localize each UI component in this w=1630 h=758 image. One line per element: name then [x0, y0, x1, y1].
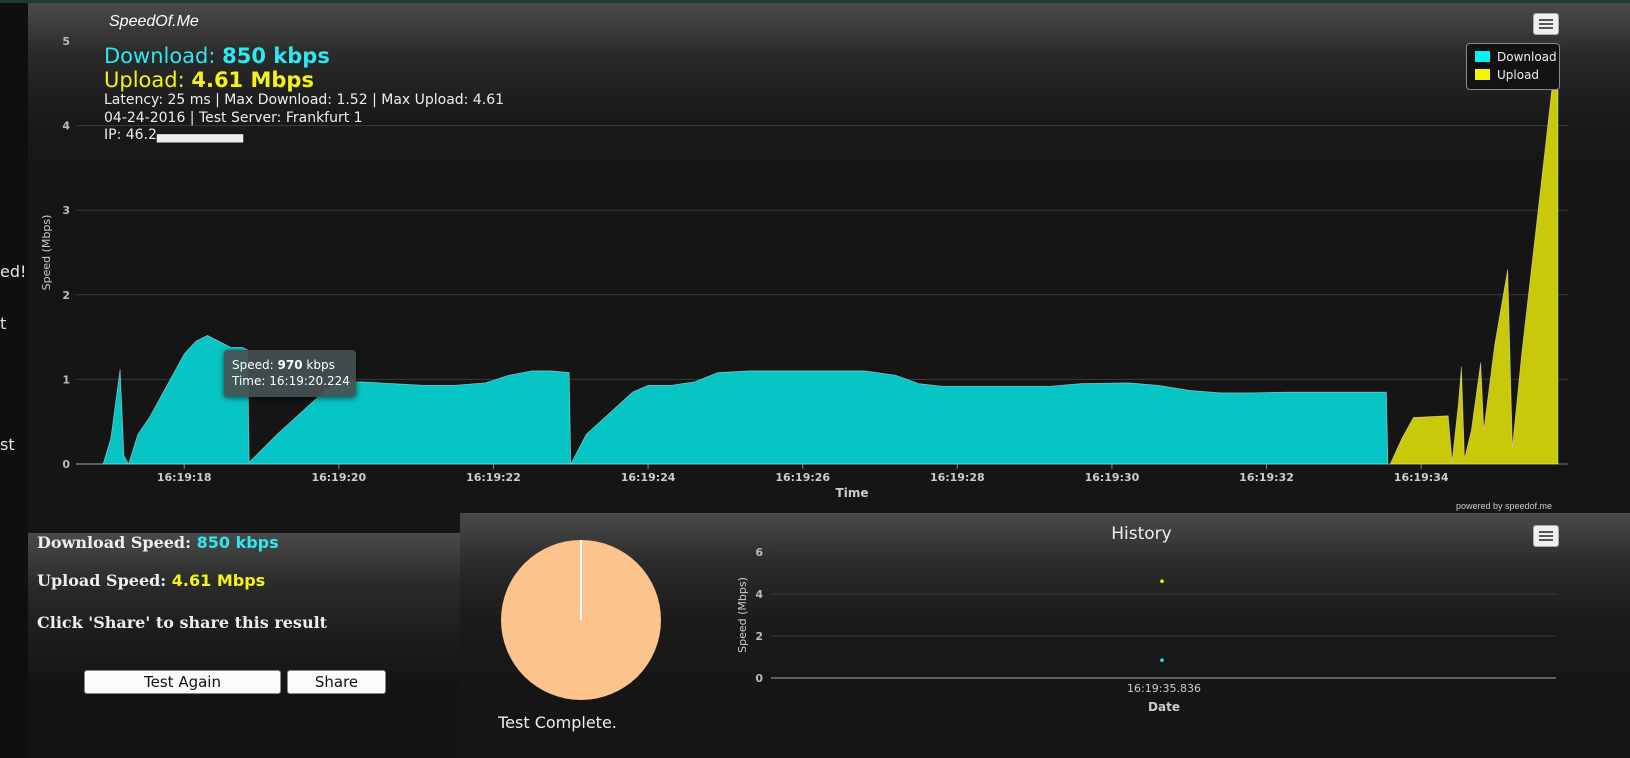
- x-tick-label: 16:19:18: [157, 471, 212, 484]
- y-tick-label: 0: [62, 458, 70, 471]
- x-tick-label: 16:19:28: [930, 471, 985, 484]
- series-area-upload: [1389, 61, 1559, 465]
- upload-swatch-icon: [1475, 69, 1490, 80]
- upload-label: Upload:: [104, 68, 185, 92]
- test-again-button[interactable]: Test Again: [84, 670, 281, 694]
- download-swatch-icon: [1475, 51, 1490, 62]
- history-x-tick-label: 16:19:35.836: [1127, 682, 1201, 695]
- chart-menu-button[interactable]: [1533, 13, 1559, 35]
- download-label: Download:: [104, 44, 216, 68]
- history-menu-button[interactable]: [1533, 525, 1559, 547]
- speed-chart-panel: 0 1 2 3 4 5 16:19:18 16:19:20 16:19:22 16:19:24 16…: [28, 3, 1630, 533]
- x-tick-label: 16:19:30: [1085, 471, 1140, 484]
- download-value: 850 kbps: [222, 44, 330, 68]
- powered-by-text[interactable]: powered by speedof.me: [1456, 501, 1552, 511]
- download-speed-stat: Download Speed: 850 kbps: [37, 533, 279, 552]
- history-y-tick-label: 0: [755, 672, 763, 685]
- date-server-line: 04-24-2016 | Test Server: Frankfurt 1: [104, 109, 363, 126]
- left-text-fragment-2: t: [0, 314, 7, 333]
- y-tick-label: 4: [62, 120, 70, 133]
- x-tick-label: 16:19:26: [775, 471, 830, 484]
- app-title: SpeedOf.Me: [109, 13, 199, 30]
- x-axis-label: Time: [836, 486, 869, 500]
- progress-pie-panel: Test Complete.: [460, 513, 747, 758]
- history-y-tick-label: 6: [755, 546, 763, 559]
- latency-line: Latency: 25 ms | Max Download: 1.52 | Ma…: [104, 92, 505, 108]
- x-tick-label: 16:19:22: [466, 471, 521, 484]
- legend-item-upload[interactable]: Upload: [1475, 68, 1539, 82]
- result-summary: Download: 850 kbps Upload: 4.61 Mbps Lat…: [104, 44, 504, 145]
- x-tick-label: 16:19:24: [621, 471, 676, 484]
- share-hint: Click 'Share' to share this result: [37, 613, 328, 632]
- y-tick-label: 5: [62, 35, 70, 48]
- history-x-axis-label: Date: [1148, 700, 1180, 714]
- left-text-fragment-3: st: [0, 435, 15, 454]
- history-point-download: [1160, 658, 1164, 662]
- chart-tooltip: Speed: 970 kbps Time: 16:19:20.224: [224, 350, 356, 397]
- chart-legend: Download Upload: [1466, 43, 1560, 90]
- history-panel: 0 2 4 6 16:19:35.836 Date Speed (Mbps) History: [719, 513, 1630, 758]
- y-axis-label: Speed (Mbps): [40, 215, 53, 291]
- x-tick-label: 16:19:34: [1394, 471, 1449, 484]
- share-button[interactable]: Share: [287, 670, 386, 694]
- history-point-upload: [1160, 579, 1164, 583]
- upload-value: 4.61 Mbps: [191, 68, 314, 92]
- x-tick-label: 16:19:20: [311, 471, 366, 484]
- history-y-axis-label: Speed (Mbps): [736, 577, 749, 653]
- y-tick-label: 1: [62, 373, 70, 386]
- upload-speed-stat: Upload Speed: 4.61 Mbps: [37, 571, 266, 590]
- legend-item-download[interactable]: Download: [1475, 50, 1557, 64]
- y-tick-label: 3: [62, 204, 70, 217]
- test-status-caption: Test Complete.: [498, 713, 617, 732]
- history-y-tick-label: 2: [755, 630, 763, 643]
- left-page-strip: [0, 3, 28, 758]
- history-chart: 0 2 4 6 16:19:35.836 Date Speed (Mbps): [736, 546, 1556, 714]
- history-y-tick-label: 4: [755, 588, 763, 601]
- y-tick-label: 2: [62, 289, 70, 302]
- ip-line: IP: 46.2▄▄▄▄▄▄▄▄: [104, 127, 244, 143]
- stats-panel: Download Speed: 850 kbps Upload Speed: 4…: [28, 533, 460, 673]
- history-title: History: [1111, 524, 1172, 544]
- left-text-fragment-1: ed!: [0, 262, 27, 281]
- x-tick-label: 16:19:32: [1239, 471, 1294, 484]
